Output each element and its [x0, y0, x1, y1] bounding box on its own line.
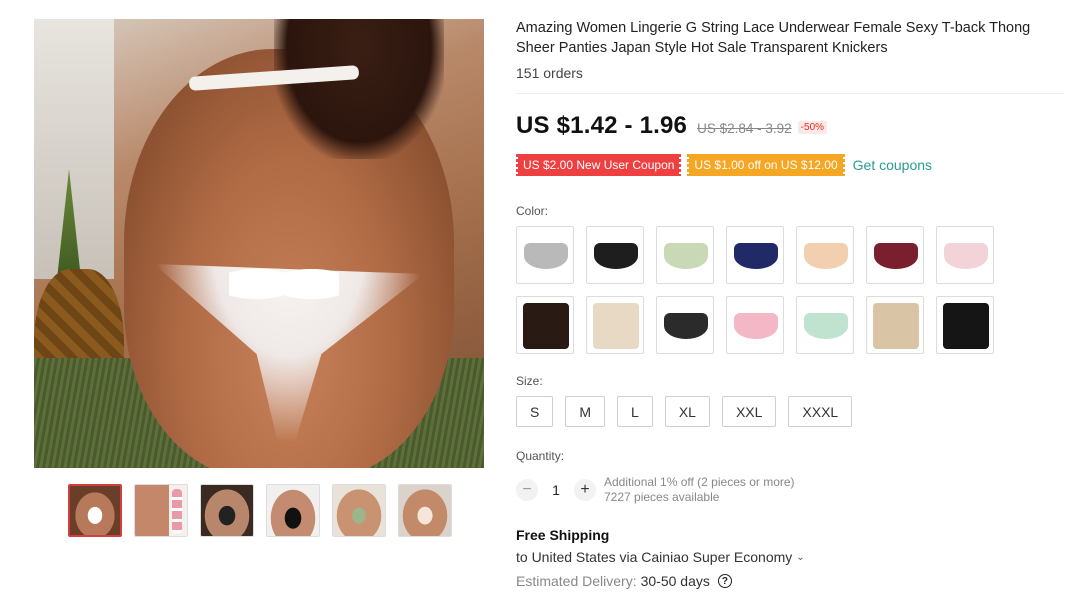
- shipping-destination-text: to United States via Cainiao Super Econo…: [516, 549, 793, 565]
- swatch-grey-lace[interactable]: [516, 226, 574, 284]
- swatch-preview: [594, 243, 638, 269]
- size-s[interactable]: S: [516, 396, 554, 427]
- thumbnail-strip: [68, 484, 452, 537]
- swatch-preview: [664, 313, 708, 339]
- image-bow: [229, 254, 339, 314]
- size-label: Size:: [516, 374, 543, 388]
- thumbnail-image: [399, 485, 451, 536]
- size-options: S M L XL XXL XXXL: [516, 396, 1072, 427]
- thumbnail-6[interactable]: [398, 484, 452, 537]
- swatch-mint-thong[interactable]: [796, 296, 854, 354]
- stock-available: 7227 pieces available: [604, 490, 720, 504]
- size-xxxl[interactable]: XXXL: [788, 396, 853, 427]
- shipping-destination[interactable]: to United States via Cainiao Super Econo…: [516, 549, 1072, 565]
- order-count: 151 orders: [516, 65, 583, 81]
- current-price: US $1.42 - 1.96: [516, 112, 688, 139]
- delivery-days: 30-50 days: [640, 573, 710, 589]
- swatch-preview: [593, 303, 639, 349]
- swatch-pink-lace[interactable]: [936, 226, 994, 284]
- size-xxl[interactable]: XXL: [721, 396, 777, 427]
- thumbnail-image: [333, 485, 385, 536]
- size-l[interactable]: L: [617, 396, 653, 427]
- estimated-delivery: Estimated Delivery: 30-50 days ?: [516, 573, 1072, 589]
- thumbnail-2[interactable]: [134, 484, 188, 537]
- coupon-row: US $2.00 New User Coupon US $1.00 off on…: [514, 154, 1072, 176]
- new-user-coupon[interactable]: US $2.00 New User Coupon: [514, 154, 683, 176]
- color-label: Color:: [516, 204, 549, 218]
- thumbnail-image: [201, 485, 253, 536]
- price-row: US $1.42 - 1.96 US $2.84 - 3.92 -50%: [516, 112, 1072, 140]
- quantity-increase-button[interactable]: +: [574, 479, 596, 501]
- swatch-pink-thong[interactable]: [726, 296, 784, 354]
- thumbnail-color-dots: [172, 489, 182, 533]
- main-product-image[interactable]: [34, 19, 484, 468]
- bulk-discount-note: Additional 1% off (2 pieces or more): [604, 475, 795, 489]
- delivery-label: Estimated Delivery:: [516, 573, 637, 589]
- get-coupons-link[interactable]: Get coupons: [853, 157, 932, 173]
- shipping-section: Free Shipping to United States via Caini…: [516, 527, 1072, 589]
- thumbnail-4[interactable]: [266, 484, 320, 537]
- swatch-preview: [664, 243, 708, 269]
- thumbnail-image: [70, 486, 120, 535]
- size-xl[interactable]: XL: [664, 396, 710, 427]
- swatch-nude-lace[interactable]: [796, 226, 854, 284]
- thumbnail-1[interactable]: [68, 484, 122, 537]
- swatch-preview: [804, 313, 848, 339]
- swatch-preview: [944, 243, 988, 269]
- swatch-preview: [873, 303, 919, 349]
- swatch-beige-back[interactable]: [866, 296, 924, 354]
- shipping-title: Free Shipping: [516, 527, 610, 543]
- size-m[interactable]: M: [565, 396, 606, 427]
- thumbnail-image: [267, 485, 319, 536]
- chevron-down-icon[interactable]: ⌄: [796, 552, 804, 563]
- thumbnail-3[interactable]: [200, 484, 254, 537]
- product-info: Amazing Women Lingerie G String Lace Und…: [514, 18, 1072, 589]
- swatch-wine-lace[interactable]: [866, 226, 924, 284]
- quantity-label: Quantity:: [516, 449, 565, 463]
- swatch-preview: [734, 313, 778, 339]
- swatch-preview: [734, 243, 778, 269]
- thumbnail-5[interactable]: [332, 484, 386, 537]
- swatch-green-lace[interactable]: [656, 226, 714, 284]
- swatch-preview: [524, 243, 568, 269]
- divider: [516, 93, 1064, 94]
- original-price: US $2.84 - 3.92: [697, 121, 792, 136]
- swatch-black-lace[interactable]: [586, 226, 644, 284]
- swatch-preview: [943, 303, 989, 349]
- image-hair: [274, 19, 444, 159]
- quantity-value[interactable]: 1: [538, 482, 574, 498]
- product-title: Amazing Women Lingerie G String Lace Und…: [516, 20, 1031, 56]
- swatch-preview: [874, 243, 918, 269]
- swatch-preview: [523, 303, 569, 349]
- quantity-stepper: − 1 + Additional 1% off (2 pieces or mor…: [516, 475, 1072, 505]
- spend-off-coupon[interactable]: US $1.00 off on US $12.00: [686, 154, 846, 176]
- help-icon[interactable]: ?: [717, 574, 732, 588]
- swatch-black-model[interactable]: [516, 296, 574, 354]
- quantity-note: Additional 1% off (2 pieces or more) 722…: [604, 475, 795, 505]
- color-swatches: [516, 226, 1072, 354]
- swatch-black-pink-thong[interactable]: [656, 296, 714, 354]
- swatch-navy-lace[interactable]: [726, 226, 784, 284]
- quantity-decrease-button[interactable]: −: [516, 479, 538, 501]
- swatch-black-back[interactable]: [936, 296, 994, 354]
- thumbnail-image: [135, 485, 187, 536]
- swatch-preview: [804, 243, 848, 269]
- swatch-beige-model[interactable]: [586, 296, 644, 354]
- discount-badge: -50%: [797, 121, 828, 134]
